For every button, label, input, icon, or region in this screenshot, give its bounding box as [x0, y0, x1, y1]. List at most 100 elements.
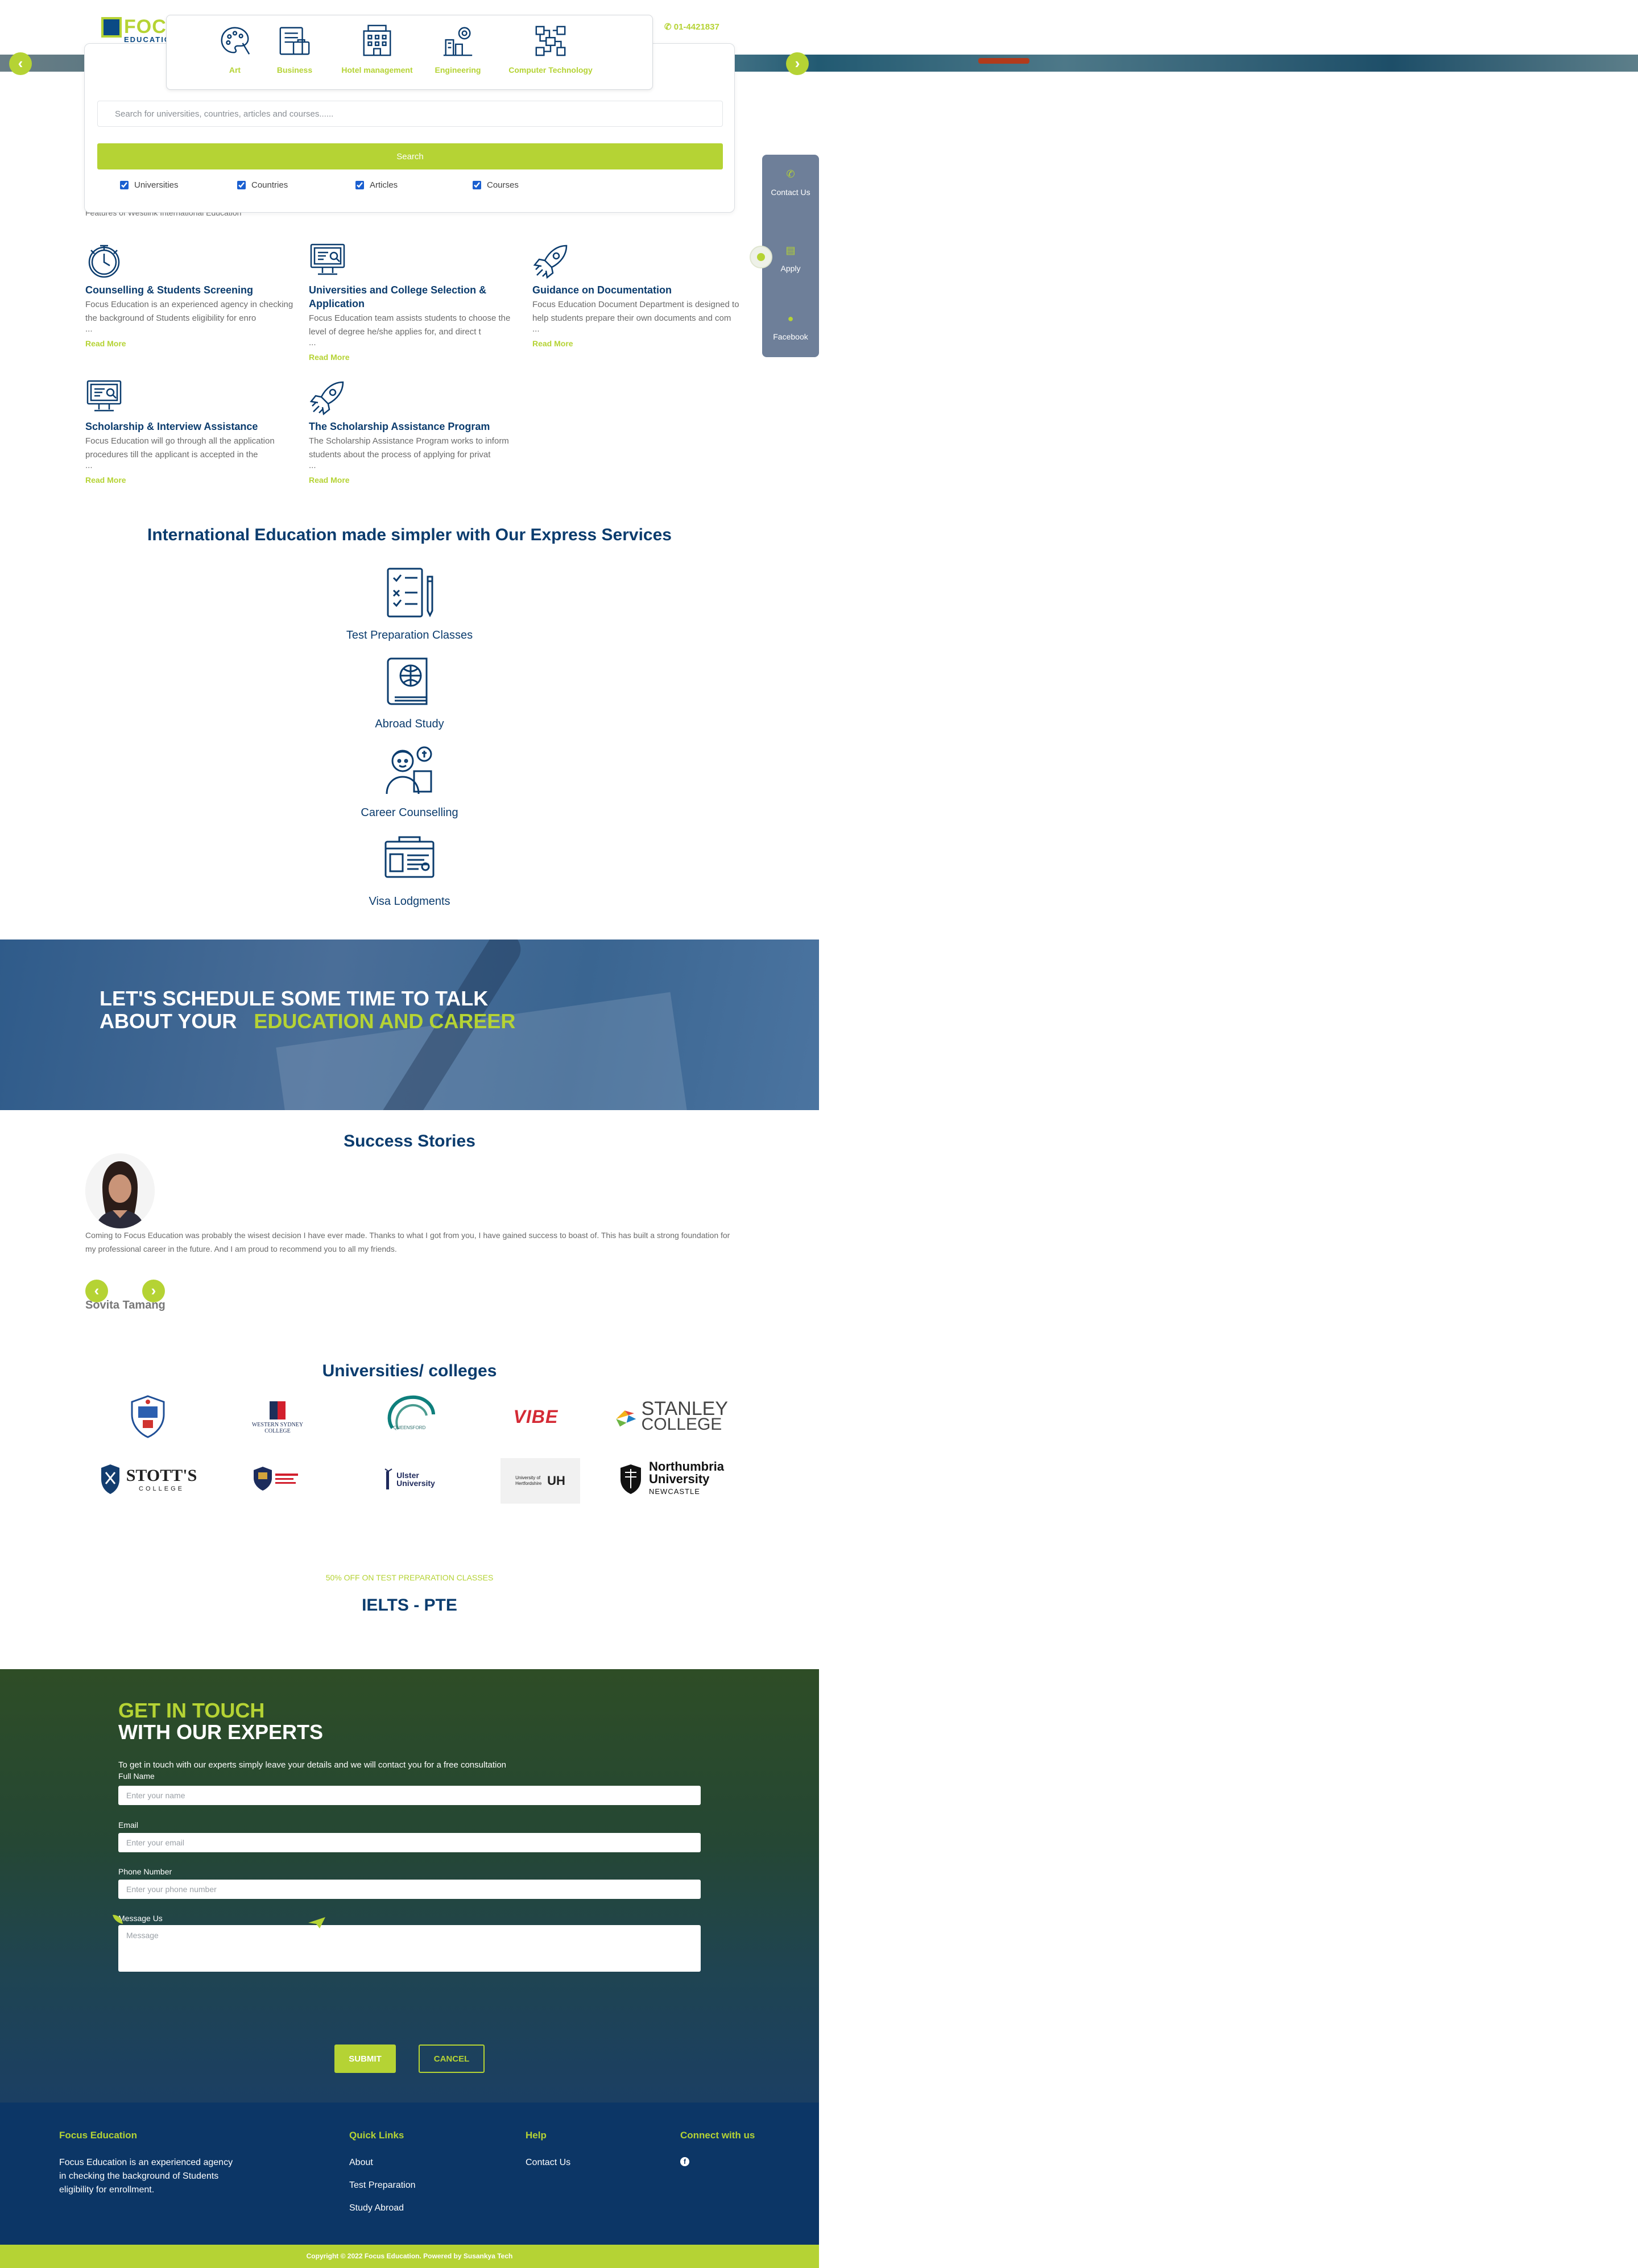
university-logo[interactable] [238, 1456, 317, 1503]
schedule-line2: ABOUT YOUR [100, 1009, 237, 1033]
promo-offer: 50% OFF ON TEST PREPARATION CLASSES [325, 1573, 494, 1582]
connect-title: Connect with us [680, 2130, 755, 2141]
filter-label: Articles [370, 180, 398, 190]
book-globe-icon [387, 657, 428, 705]
crest-logo [131, 1395, 165, 1438]
logo-text: COLLEGE [641, 1415, 722, 1434]
filter-articles[interactable]: Articles [355, 180, 398, 190]
phone-icon: ✆ [786, 168, 795, 180]
feature-card: Counselling & Students Screening Focus E… [85, 242, 296, 348]
schedule-heading: LET'S SCHEDULE SOME TIME TO TALK ABOUT Y… [100, 987, 515, 1033]
cancel-button[interactable]: CANCEL [419, 2044, 485, 2073]
category-hotel-management[interactable]: Hotel management [337, 23, 417, 75]
feature-card: Guidance on Documentation Focus Educatio… [532, 242, 743, 348]
filter-label: Courses [487, 180, 519, 190]
express-item[interactable]: Visa Lodgments [296, 831, 523, 908]
university-logo[interactable] [108, 1393, 188, 1440]
category-label: Art [229, 65, 241, 75]
university-logo[interactable]: STOTT'S COLLEGE [90, 1456, 206, 1503]
category-computer-technology[interactable]: Computer Technology [502, 23, 599, 75]
footer-link-study-abroad[interactable]: Study Abroad [349, 2201, 404, 2215]
hotel-icon [363, 24, 391, 56]
footer-link-about[interactable]: About [349, 2156, 373, 2170]
chevron-left-icon: ‹ [94, 1282, 100, 1299]
banner-next-button[interactable]: › [786, 52, 809, 75]
contact-description: To get in touch with our experts simply … [118, 1760, 507, 1770]
read-more-link[interactable]: Read More [309, 475, 519, 485]
chevron-right-icon: › [795, 55, 800, 72]
express-label: Test Preparation Classes [346, 629, 473, 642]
category-art[interactable]: Art [212, 23, 258, 75]
filter-courses-checkbox[interactable] [473, 181, 481, 189]
logo-text: STOTT'S [126, 1466, 197, 1485]
briefcase-icon [279, 27, 310, 55]
filter-countries-checkbox[interactable] [237, 181, 246, 189]
express-services-title: International Education made simpler wit… [147, 525, 672, 544]
message-field[interactable] [118, 1925, 701, 1972]
express-label: Visa Lodgments [369, 895, 450, 908]
read-more-link[interactable]: Read More [309, 353, 519, 362]
search-button[interactable]: Search [97, 143, 723, 169]
university-logo[interactable]: VIBE [496, 1393, 576, 1440]
schedule-line1: LET'S SCHEDULE SOME TIME TO TALK [100, 987, 489, 1010]
feature-text: Focus Education Document Department is d… [532, 300, 739, 323]
monitor-icon [310, 243, 345, 275]
logo-text: COLLEGE [139, 1485, 184, 1492]
feature-title: Counselling & Students Screening [85, 284, 254, 296]
schedule-banner: LET'S SCHEDULE SOME TIME TO TALK ABOUT Y… [0, 940, 819, 1110]
logo-mark-icon [101, 17, 122, 38]
clock-icon [88, 245, 120, 278]
banner-prev-button[interactable]: ‹ [9, 52, 32, 75]
success-stories-title: Success Stories [344, 1132, 475, 1150]
facebook-icon[interactable]: f [680, 2157, 689, 2166]
university-logo[interactable]: Ulster University [370, 1456, 449, 1503]
stanley-logo [616, 1410, 636, 1427]
filter-universities[interactable]: Universities [120, 180, 179, 190]
ulster-logo [384, 1468, 392, 1489]
express-label: Abroad Study [375, 718, 444, 730]
filter-universities-checkbox[interactable] [120, 181, 129, 189]
search-input[interactable] [97, 101, 723, 127]
university-logo[interactable]: WESTERN SYDNEY COLLEGE [238, 1393, 317, 1440]
full-name-field[interactable] [118, 1786, 701, 1805]
filter-countries[interactable]: Countries [237, 180, 288, 190]
express-item[interactable]: Test Preparation Classes [296, 565, 523, 642]
site-logo[interactable]: FOCUS EDUCATION [101, 16, 194, 44]
university-logo[interactable]: University of Hertfordshire UH [500, 1458, 580, 1504]
read-more-link[interactable]: Read More [85, 475, 296, 485]
svg-text:QUEENSFORD: QUEENSFORD [394, 1425, 426, 1430]
stotts-logo [101, 1464, 119, 1494]
university-logo[interactable]: STANLEY COLLEGE [614, 1393, 728, 1440]
side-facebook[interactable]: ● Facebook [762, 313, 819, 341]
blank-area [819, 0, 1638, 2268]
express-item[interactable]: Career Counselling [296, 743, 523, 820]
filter-label: Countries [251, 180, 288, 190]
phone-field[interactable] [118, 1880, 701, 1899]
avatar [85, 1153, 155, 1228]
side-panel-toggle[interactable] [750, 246, 772, 268]
contact-section: GET IN TOUCH WITH OUR EXPERTS To get in … [0, 1669, 819, 2103]
feature-title: Universities and College Selection & App… [309, 284, 487, 309]
header-phone[interactable]: ✆ 01-4421837 [664, 22, 719, 32]
footer-link-test-preparation[interactable]: Test Preparation [349, 2179, 416, 2192]
side-label: Apply [780, 264, 801, 273]
footer-brand: Focus Education [59, 2130, 137, 2141]
contact-title-line1: GET IN TOUCH [118, 1699, 265, 1722]
university-logo[interactable]: QUEENSFORD [370, 1393, 449, 1440]
read-more-link[interactable]: Read More [532, 339, 743, 348]
counsellor-icon [386, 746, 432, 794]
read-more-link[interactable]: Read More [85, 339, 296, 348]
university-logo[interactable]: Northumbria University NEWCASTLE [614, 1456, 728, 1503]
category-engineering[interactable]: Engineering [429, 23, 486, 75]
feature-text: The Scholarship Assistance Program works… [309, 436, 509, 460]
filter-articles-checkbox[interactable] [355, 181, 364, 189]
engineering-icon [443, 27, 473, 56]
category-business[interactable]: Business [269, 23, 320, 75]
testimonial-text: Coming to Focus Education was probably t… [85, 1231, 730, 1253]
submit-button[interactable]: SUBMIT [334, 2044, 396, 2073]
email-field[interactable] [118, 1833, 701, 1852]
side-contact-us[interactable]: ✆ Contact Us [762, 169, 819, 197]
filter-courses[interactable]: Courses [473, 180, 519, 190]
footer-link-contact-us[interactable]: Contact Us [526, 2156, 570, 2170]
express-item[interactable]: Abroad Study [296, 654, 523, 731]
